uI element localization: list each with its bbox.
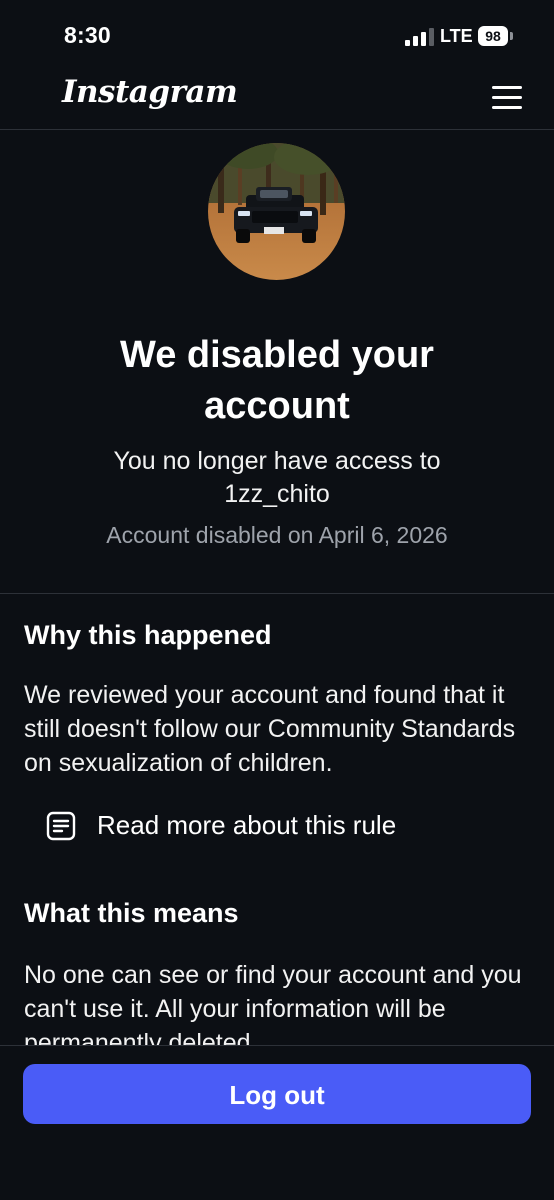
document-icon	[46, 811, 76, 841]
means-body: No one can see or find your account and …	[24, 961, 522, 1045]
app-header: Instagram	[0, 72, 554, 130]
logout-button[interactable]: Log out	[23, 1064, 531, 1124]
section-divider	[0, 593, 554, 594]
means-body-clip: No one can see or find your account and …	[0, 960, 554, 1045]
read-more-rule-label: Read more about this rule	[97, 810, 397, 840]
username: 1zz_chito	[224, 480, 330, 508]
disabled-date: Account disabled on April 6, 2026	[106, 522, 448, 548]
status-bar: 8:30 LTE 98	[0, 0, 554, 72]
means-heading: What this means	[24, 898, 239, 928]
access-message: You no longer have access to 1zz_chito	[70, 445, 484, 511]
why-heading: Why this happened	[24, 620, 272, 650]
network-type: LTE	[440, 26, 473, 46]
access-message-text: You no longer have access to	[113, 447, 441, 475]
truck-photo	[208, 143, 345, 280]
battery-level: 98	[478, 26, 508, 46]
why-body: We reviewed your account and found that …	[24, 681, 516, 777]
battery-nub	[510, 32, 513, 40]
read-more-rule-link[interactable]: Read more about this rule	[46, 808, 466, 848]
hamburger-menu-icon[interactable]	[492, 85, 522, 111]
battery-icon: 98	[478, 26, 513, 46]
bottom-action-bar: Log out	[0, 1045, 554, 1200]
page-title: We disabled your account	[120, 334, 434, 427]
cellular-signal-icon	[405, 28, 434, 46]
instagram-logo[interactable]: Instagram	[62, 74, 238, 110]
status-time: 8:30	[64, 22, 111, 48]
profile-avatar	[208, 143, 345, 280]
